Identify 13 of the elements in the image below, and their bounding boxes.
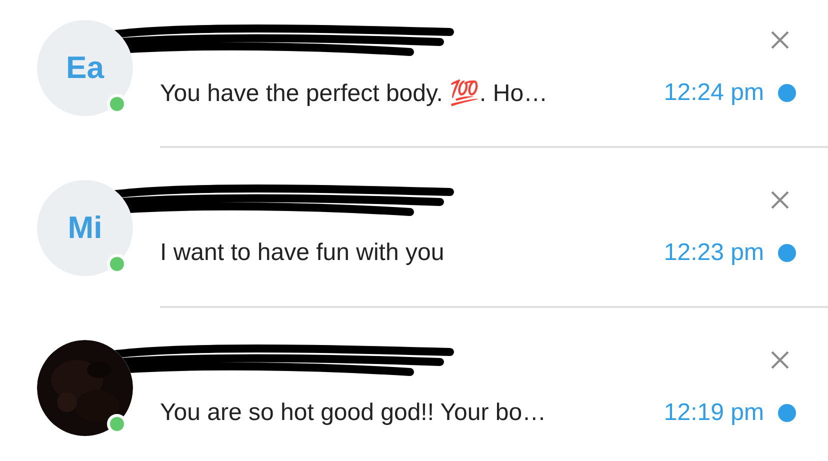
timestamp: 12:24 pm — [664, 79, 764, 107]
message-preview: You are so hot good god!! Your bo… — [160, 399, 548, 427]
avatar[interactable]: Mi — [37, 180, 133, 276]
avatar[interactable]: Ea — [37, 20, 133, 116]
avatar-initials: Ea — [66, 50, 104, 86]
close-icon[interactable] — [770, 30, 790, 50]
timestamp: 12:23 pm — [664, 239, 764, 267]
avatar-initials: Mi — [68, 210, 102, 246]
timestamp: 12:19 pm — [664, 399, 764, 427]
message-preview: I want to have fun with you — [160, 239, 446, 267]
message-preview: You have the perfect body. 💯. Ho… — [160, 78, 549, 108]
close-icon[interactable] — [770, 190, 790, 210]
close-icon[interactable] — [770, 350, 790, 370]
